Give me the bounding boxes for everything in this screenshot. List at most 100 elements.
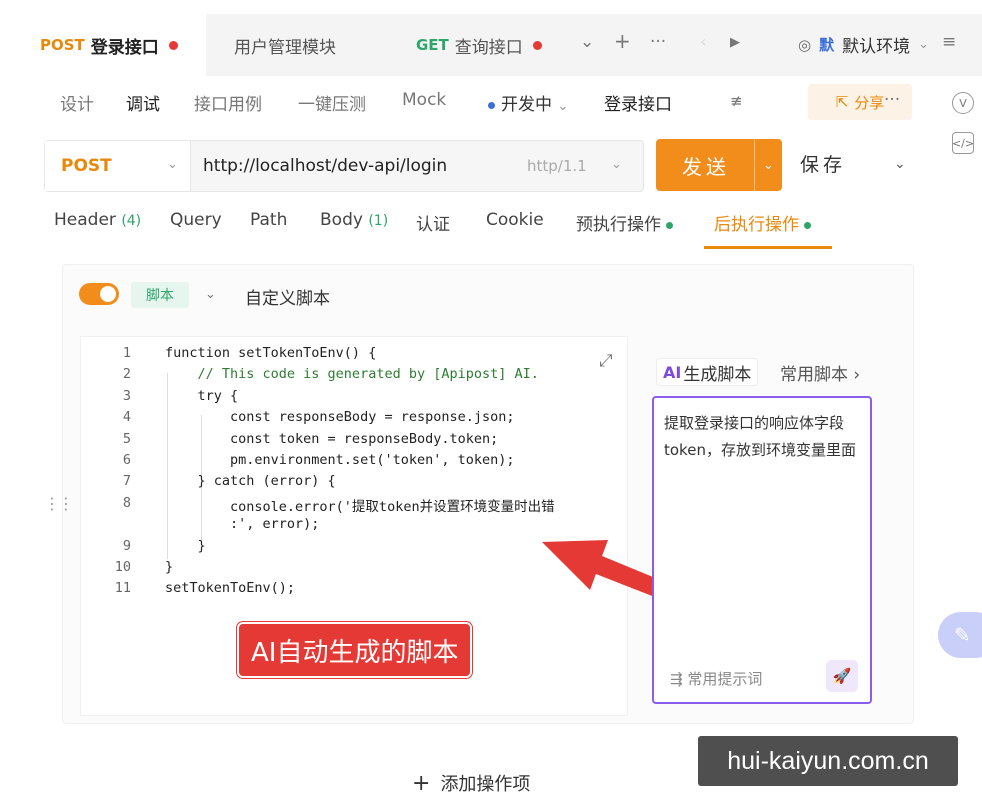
request-tabs: Header (4) Query Path Body (1) 认证 Cookie… bbox=[44, 200, 914, 250]
tab-body[interactable]: Body (1) bbox=[320, 210, 388, 230]
tab-user-module[interactable]: 用户管理模块 bbox=[234, 14, 336, 76]
code-line[interactable]: 4 const responseBody = response.json; bbox=[81, 409, 629, 430]
subtab-debug[interactable]: 调试 bbox=[126, 90, 160, 115]
send-options-chevron-icon[interactable]: ⌄ bbox=[754, 139, 782, 191]
api-name: 登录接口 bbox=[604, 95, 672, 115]
add-action-label: 添加操作项 bbox=[440, 774, 531, 795]
enabled-dot bbox=[804, 221, 811, 229]
line-number: 3 bbox=[122, 387, 131, 404]
chevron-down-icon: ⌄ bbox=[557, 99, 569, 114]
code-text: pm.environment.set('token', token); bbox=[165, 452, 515, 468]
tab-header[interactable]: Header (4) bbox=[54, 210, 141, 230]
tab-method: POST bbox=[40, 36, 85, 54]
code-text: } bbox=[165, 537, 206, 554]
code-text: // This code is generated by [Apipost] A… bbox=[165, 366, 539, 383]
line-number: 6 bbox=[122, 452, 131, 468]
environment-badge: 默 bbox=[819, 36, 835, 54]
more-icon[interactable]: ··· bbox=[650, 32, 666, 52]
send-button[interactable]: 发送 ⌄ bbox=[656, 139, 782, 191]
code-text: try { bbox=[165, 387, 239, 404]
code-line[interactable]: 5 const token = responseBody.token; bbox=[81, 431, 629, 452]
tab-ai-generate[interactable]: AI 生成脚本 bbox=[656, 358, 759, 386]
send-label: 发送 bbox=[682, 154, 730, 179]
save-button[interactable]: 保存 bbox=[800, 150, 846, 177]
code-text: function setTokenToEnv() { bbox=[165, 345, 377, 361]
ai-prompt-box[interactable]: 提取登录接口的响应体字段token，存放到环境变量里面 ⇶ 常用提示词 🚀 bbox=[652, 396, 872, 704]
code-line[interactable]: 1 function setTokenToEnv() { bbox=[81, 345, 629, 366]
url-bar: POST ⌄ http://localhost/dev-api/login ht… bbox=[44, 140, 644, 192]
code-text: setTokenToEnv(); bbox=[165, 580, 296, 597]
script-title: 自定义脚本 bbox=[245, 289, 330, 309]
code-line[interactable]: 8 console.error('提取token并设置环境变量时出错 bbox=[81, 495, 629, 516]
script-type-badge: 脚本 bbox=[131, 282, 189, 308]
tab-bar: POST 登录接口 用户管理模块 GET 查询接口 ⌄ + ··· ‹ ▶ ◎ … bbox=[24, 14, 982, 76]
chevron-down-icon: ⌄ bbox=[167, 157, 178, 172]
tab-label: 登录接口 bbox=[90, 37, 159, 58]
tab-label: 用户管理模块 bbox=[234, 37, 336, 58]
chevron-down-icon[interactable]: ⌄ bbox=[205, 287, 216, 302]
tab-path[interactable]: Path bbox=[250, 210, 287, 230]
tab-auth[interactable]: 认证 bbox=[416, 210, 450, 235]
common-prompts-link[interactable]: ⇶ 常用提示词 bbox=[670, 668, 762, 689]
annotation-label: AI自动生成的脚本 bbox=[237, 622, 473, 678]
code-text: console.error('提取token并设置环境变量时出错 bbox=[165, 498, 555, 515]
subtab-design[interactable]: 设计 bbox=[60, 90, 94, 115]
ai-icon: AI bbox=[663, 362, 682, 382]
tab-post-script[interactable]: 后执行操作 bbox=[714, 210, 811, 235]
protocol-select[interactable]: http/1.1 bbox=[527, 157, 587, 175]
code-line[interactable]: 6 pm.environment.set('token', token); bbox=[81, 452, 629, 473]
ai-generate-button[interactable]: 🚀 bbox=[826, 660, 858, 692]
tab-cookie[interactable]: Cookie bbox=[486, 210, 544, 230]
version-icon[interactable]: V bbox=[952, 92, 974, 114]
status-selector[interactable]: 开发中 ⌄ bbox=[488, 90, 568, 115]
method-value: POST bbox=[61, 156, 112, 176]
tab-common-scripts[interactable]: 常用脚本 › bbox=[780, 360, 860, 385]
status-label: 开发中 bbox=[501, 95, 552, 115]
tab-query[interactable]: GET 查询接口 bbox=[416, 14, 542, 76]
assistant-icon: ✎ bbox=[954, 623, 971, 647]
method-select[interactable]: POST ⌄ bbox=[45, 141, 191, 191]
code-icon[interactable]: </> bbox=[952, 132, 974, 154]
more-icon[interactable]: ··· bbox=[884, 90, 900, 110]
code-line[interactable]: 2 // This code is generated by [Apipost]… bbox=[81, 366, 629, 387]
ai-prompt-text[interactable]: 提取登录接口的响应体字段token，存放到环境变量里面 bbox=[664, 410, 864, 464]
environment-label: 默认环境 bbox=[842, 37, 911, 57]
scroll-right-icon[interactable]: ▶ bbox=[730, 35, 740, 50]
assistant-float-button[interactable]: ✎ bbox=[938, 612, 982, 658]
subtab-load-test[interactable]: 一键压测 bbox=[298, 90, 366, 115]
line-number: 7 bbox=[122, 473, 131, 490]
tab-pre-script[interactable]: 预执行操作 bbox=[576, 210, 673, 235]
subtab-cases[interactable]: 接口用例 bbox=[194, 90, 262, 115]
save-options-chevron-icon[interactable]: ⌄ bbox=[894, 156, 906, 172]
tab-method: GET bbox=[416, 36, 449, 54]
share-label: 分享 bbox=[854, 93, 885, 112]
ai-tabs: AI 生成脚本 常用脚本 › bbox=[652, 356, 882, 388]
subtab-mock[interactable]: Mock bbox=[402, 90, 446, 110]
menu-icon[interactable]: ≡ bbox=[942, 32, 956, 52]
code-text: } bbox=[165, 559, 174, 575]
code-line[interactable]: 7 } catch (error) { bbox=[81, 473, 629, 494]
status-dot bbox=[488, 101, 495, 109]
tab-login[interactable]: POST 登录接口 bbox=[24, 14, 206, 76]
target-icon: ◎ bbox=[798, 35, 812, 54]
notes-icon[interactable]: ≢ bbox=[730, 92, 743, 110]
url-input[interactable]: http://localhost/dev-api/login bbox=[203, 156, 447, 176]
line-number: 10 bbox=[114, 559, 131, 575]
tab-query-params[interactable]: Query bbox=[170, 210, 222, 230]
code-text: const responseBody = response.json; bbox=[165, 409, 515, 426]
line-number: 11 bbox=[114, 580, 131, 597]
enabled-dot bbox=[666, 221, 673, 229]
chevron-down-icon[interactable]: ⌄ bbox=[580, 32, 594, 52]
tab-label: 查询接口 bbox=[454, 37, 523, 58]
line-number: 8 bbox=[122, 494, 131, 511]
drag-handle-icon[interactable]: ⋮⋮ bbox=[44, 496, 74, 512]
script-enable-toggle[interactable] bbox=[79, 283, 119, 305]
rocket-icon: 🚀 bbox=[832, 667, 852, 685]
environment-selector[interactable]: ◎ 默 默认环境 ⌄ bbox=[798, 32, 930, 58]
code-line[interactable]: 3 try { bbox=[81, 388, 629, 409]
add-tab-icon[interactable]: + bbox=[614, 29, 631, 53]
add-action-button[interactable]: + 添加操作项 bbox=[412, 770, 530, 796]
scroll-left-icon[interactable]: ‹ bbox=[700, 32, 707, 52]
unsaved-dot bbox=[532, 40, 542, 50]
chevron-down-icon: ⌄ bbox=[918, 37, 930, 52]
